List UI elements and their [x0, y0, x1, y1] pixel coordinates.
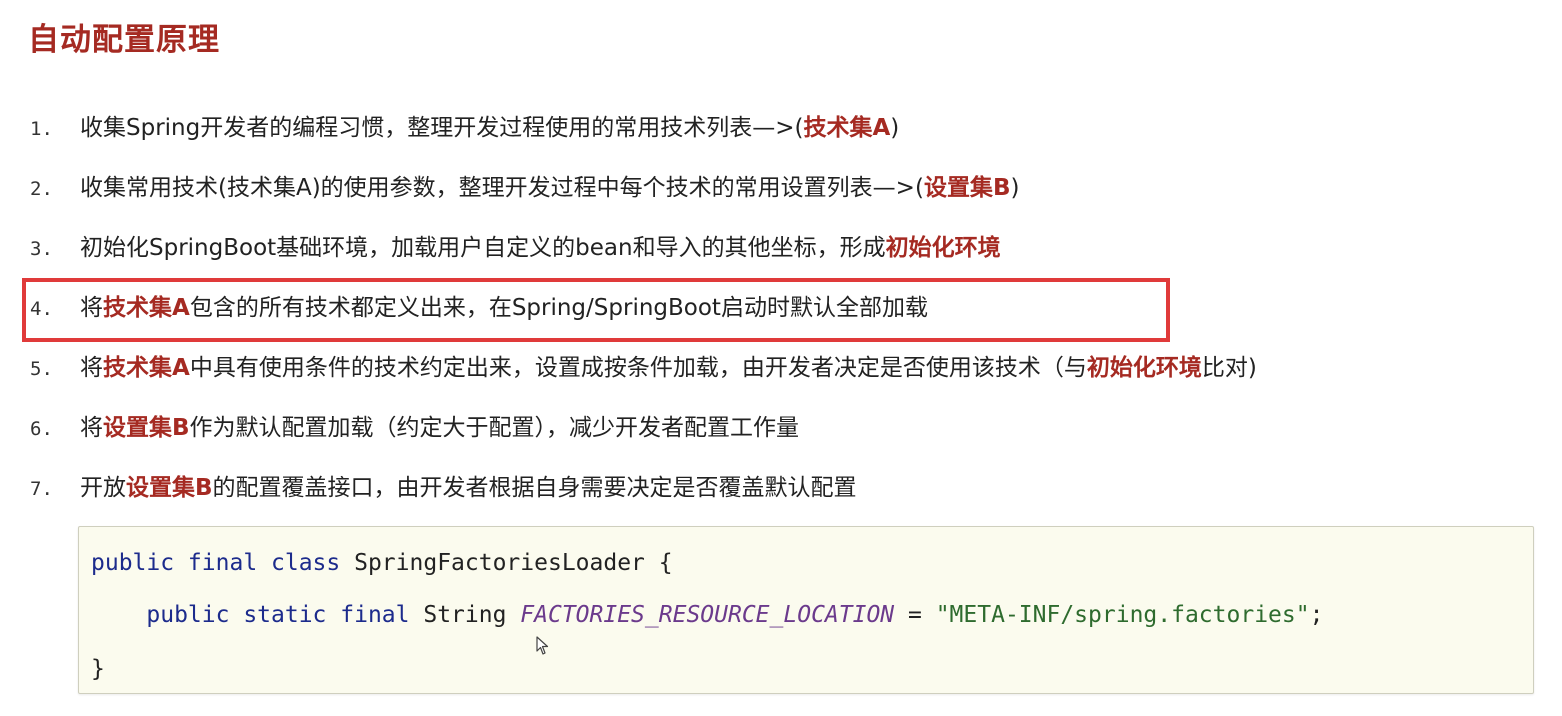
code-token-string: "META-INF/spring.factories": [935, 602, 1310, 628]
code-line: }: [91, 653, 105, 685]
code-token-plain: ;: [1309, 602, 1324, 628]
list-item: 1. 收集Spring开发者的编程习惯，整理开发过程使用的常用技术列表—>(技术集…: [30, 108, 899, 148]
list-item-text: 收集Spring开发者的编程习惯，整理开发过程使用的常用技术列表—>(: [80, 115, 804, 141]
list-item-number: 3.: [30, 238, 53, 260]
code-token-plain: }: [91, 656, 105, 682]
code-token-keyword: public final class: [91, 550, 355, 576]
code-token-keyword: public static final: [91, 602, 424, 628]
emphasis-text: 设置集B: [103, 415, 190, 441]
list-item: 7. 开放设置集B的配置覆盖接口，由开发者根据自身需要决定是否覆盖默认配置: [30, 468, 857, 508]
list-item-text: 的配置覆盖接口，由开发者根据自身需要决定是否覆盖默认配置: [212, 475, 857, 501]
code-line: public static final String FACTORIES_RES…: [91, 599, 1323, 631]
page-title: 自动配置原理: [28, 22, 220, 58]
emphasis-text: 初始化环境: [1086, 355, 1202, 381]
list-item-number: 2.: [30, 178, 53, 200]
list-item-text: 收集常用技术(技术集A)的使用参数，整理开发过程中每个技术的常用设置列表—>(: [80, 175, 924, 201]
code-token-plain: SpringFactoriesLoader {: [354, 550, 673, 576]
list-item: 5. 将技术集A中具有使用条件的技术约定出来，设置成按条件加载，由开发者决定是否使…: [30, 348, 1257, 388]
mouse-cursor-icon: [536, 636, 549, 655]
code-token-constant: FACTORIES_RESOURCE_LOCATION: [520, 602, 895, 628]
list-item-text: ): [1010, 175, 1020, 201]
emphasis-text: 初始化环境: [885, 235, 1001, 261]
list-item-text: ): [890, 115, 900, 141]
code-token-plain: =: [894, 602, 936, 628]
list-item-text: 作为默认配置加载（约定大于配置），减少开发者配置工作量: [189, 415, 800, 441]
code-token-plain: String: [423, 602, 521, 628]
code-block: public final class SpringFactoriesLoader…: [78, 526, 1534, 694]
list-item: 6. 将设置集B作为默认配置加载（约定大于配置），减少开发者配置工作量: [30, 408, 799, 448]
list-item-number: 7.: [30, 478, 53, 500]
list-item: 3. 初始化SpringBoot基础环境，加载用户自定义的bean和导入的其他坐标…: [30, 228, 1001, 268]
list-item-text: 比对): [1201, 355, 1257, 381]
list-item-text: 中具有使用条件的技术约定出来，设置成按条件加载，由开发者决定是否使用该技术（与: [189, 355, 1087, 381]
list-item-text: 将: [80, 415, 103, 441]
list-item-text: 将: [80, 355, 103, 381]
list-item: 2. 收集常用技术(技术集A)的使用参数，整理开发过程中每个技术的常用设置列表—>…: [30, 168, 1019, 208]
emphasis-text: 设置集B: [923, 175, 1011, 201]
emphasis-text: 技术集A: [803, 115, 891, 141]
emphasis-text: 技术集A: [103, 355, 190, 381]
highlight-box: [22, 278, 1170, 342]
list-item-number: 5.: [30, 358, 53, 380]
list-item-number: 6.: [30, 418, 53, 440]
list-item-text: 开放: [80, 475, 126, 501]
code-line: public final class SpringFactoriesLoader…: [91, 547, 673, 579]
list-item-number: 1.: [30, 118, 53, 140]
list-item-text: 初始化SpringBoot基础环境，加载用户自定义的bean和导入的其他坐标，形…: [80, 235, 886, 261]
emphasis-text: 设置集B: [126, 475, 213, 501]
